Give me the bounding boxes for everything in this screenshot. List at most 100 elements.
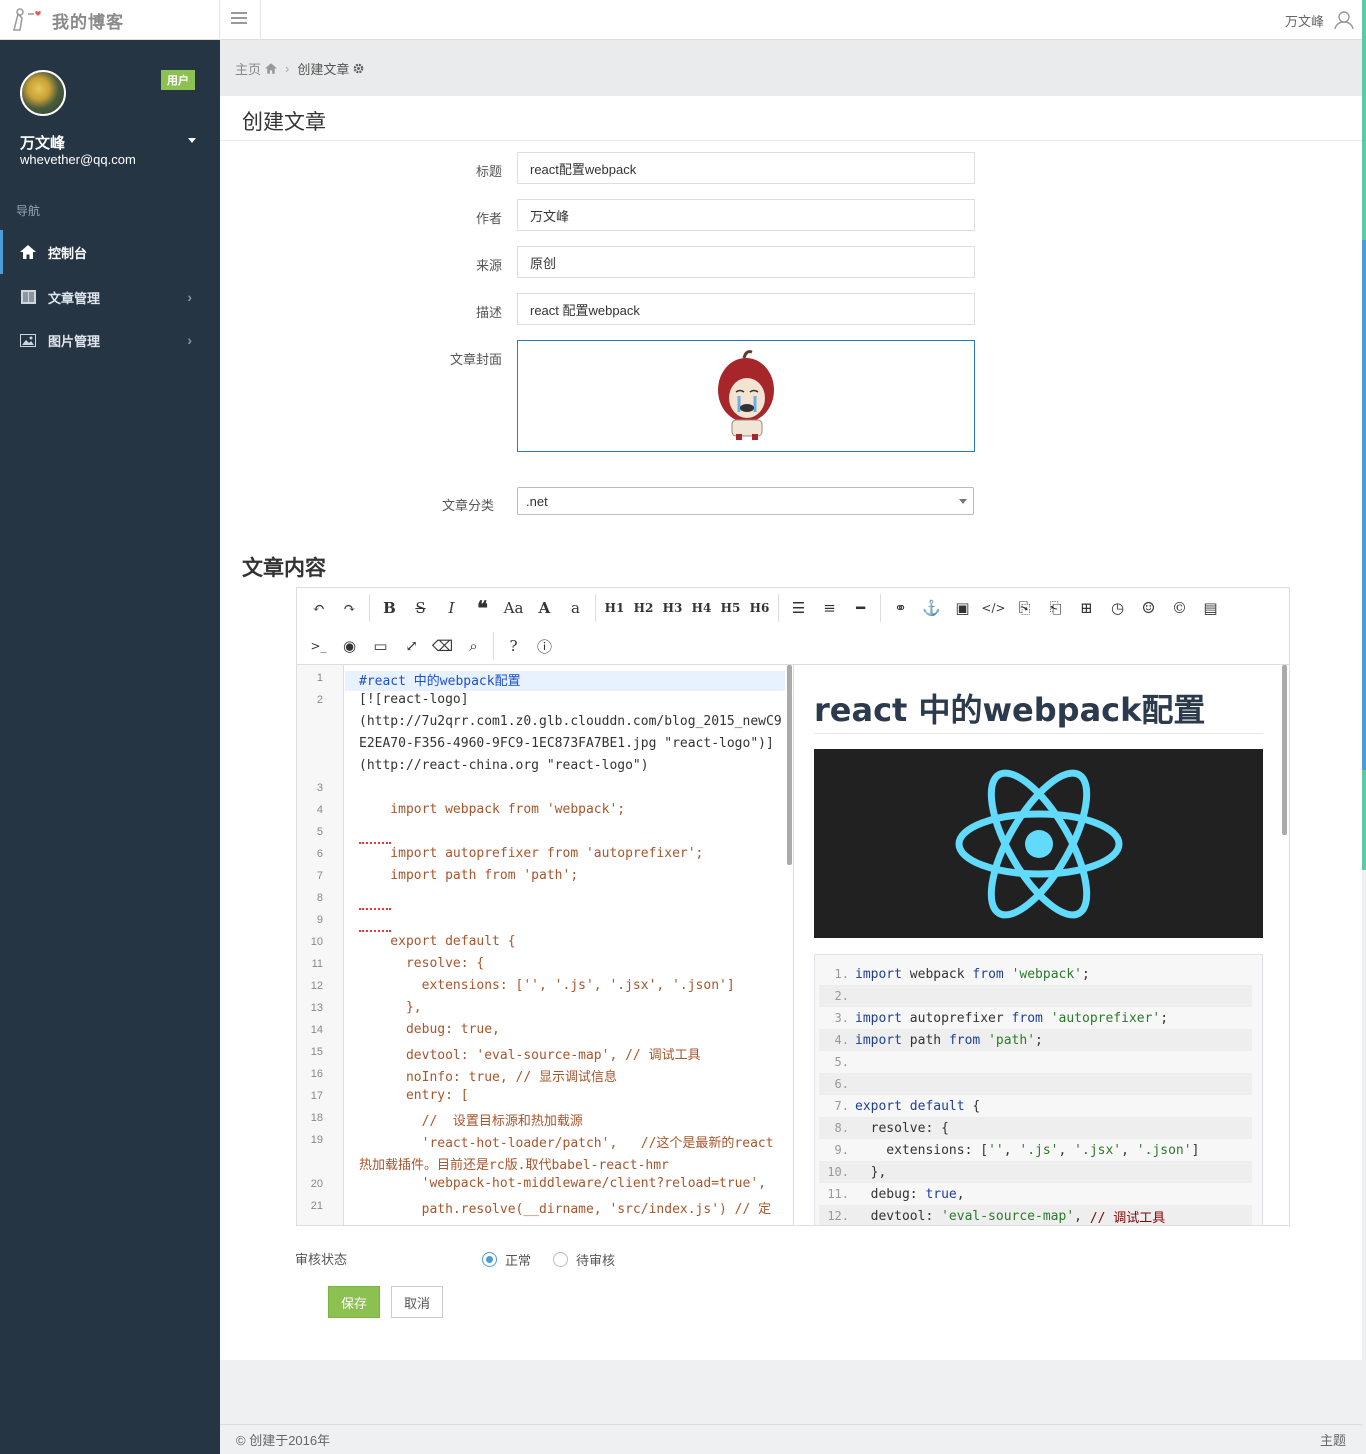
top-divider <box>260 0 261 40</box>
h5-button[interactable]: H5 <box>716 593 745 623</box>
title-input[interactable]: react配置webpack <box>517 152 975 184</box>
h3-button[interactable]: H3 <box>658 593 687 623</box>
preview-toggle-icon[interactable]: ◉ <box>334 631 365 661</box>
unordered-list-icon[interactable]: ☰ <box>783 593 814 623</box>
preview-line-number: 11. <box>827 1187 849 1201</box>
line-number: 21 <box>310 1200 323 1212</box>
code-icon[interactable]: </> <box>978 593 1009 623</box>
bold-icon[interactable]: B <box>374 593 405 623</box>
line-number: 7 <box>316 870 323 882</box>
code-token: 'eval-source-map' <box>941 1208 1075 1224</box>
capitalize-icon[interactable]: Aa <box>498 593 529 623</box>
terminal-icon[interactable]: >_ <box>303 631 334 661</box>
code-line: extensions: ['', '.js', '.jsx', '.json'] <box>359 978 735 993</box>
gear-icon <box>354 63 364 73</box>
fullscreen-icon[interactable]: ⤢ <box>396 631 427 661</box>
preview-code-line: 9. extensions: ['', '.js', '.jsx', '.jso… <box>819 1139 1252 1161</box>
line-number: 13 <box>310 1002 323 1014</box>
preview-code-line: 3. import autoprefixer from 'autoprefixer… <box>819 1007 1252 1029</box>
line-number: 11 <box>311 958 323 970</box>
preformatted-icon[interactable]: ⎗ <box>1040 593 1071 623</box>
table-icon[interactable]: ⊞ <box>1071 593 1102 623</box>
avatar[interactable] <box>20 70 66 116</box>
anchor-icon[interactable]: ⚓ <box>916 593 947 623</box>
code-line: }, <box>359 1000 422 1015</box>
author-label: 作者 <box>475 211 502 226</box>
line-number: 18 <box>310 1112 323 1124</box>
source-scrollbar[interactable] <box>787 665 792 865</box>
line-number: 9 <box>316 914 323 926</box>
markdown-source-pane[interactable]: 1 2 3 4 5 6 7 8 9 10 11 12 13 14 15 16 17 18 19 20 21 #react… <box>297 665 792 1225</box>
code-token: import <box>855 1010 902 1026</box>
code-token: from <box>1011 1010 1043 1026</box>
code-token: path <box>901 1032 949 1048</box>
quote-icon[interactable]: ❝ <box>467 593 498 623</box>
h2-button[interactable]: H2 <box>629 593 658 623</box>
emoji-icon[interactable]: ☺ <box>1133 593 1164 623</box>
top-user-menu[interactable]: 万文峰 <box>1285 10 1354 30</box>
description-input[interactable]: react 配置webpack <box>517 293 975 325</box>
code-line: resolve: { <box>359 956 485 971</box>
code-token: ; <box>1082 966 1090 982</box>
html-entities-icon[interactable]: © <box>1164 593 1195 623</box>
cover-upload-box[interactable] <box>517 340 975 452</box>
code-line: export default { <box>359 934 516 949</box>
home-icon[interactable] <box>265 62 278 74</box>
horizontal-rule-icon[interactable]: ━ <box>845 593 876 623</box>
sidebar-user-name[interactable]: 万文峰 <box>20 132 65 153</box>
sidebar-item-articles[interactable]: 文章管理 › <box>0 275 220 319</box>
save-button[interactable]: 保存 <box>328 1286 380 1318</box>
status-pending-radio[interactable]: 待审核 <box>553 1250 615 1269</box>
info-icon[interactable]: ⓘ <box>529 631 560 661</box>
search-icon[interactable]: ⌕ <box>458 631 489 661</box>
uppercase-icon[interactable]: A <box>529 593 560 623</box>
code-line: import webpack from 'webpack'; <box>359 802 626 817</box>
sidebar-item-dashboard[interactable]: 控制台 <box>0 230 220 274</box>
preview-code-line: 10. }, <box>819 1161 1252 1183</box>
undo-icon[interactable]: ↶ <box>303 593 334 623</box>
h1-button[interactable]: H1 <box>600 593 629 623</box>
logo-area[interactable]: 我的博客 <box>0 0 220 40</box>
desktop-preview-icon[interactable]: ▭ <box>365 631 396 661</box>
preview-code-line: 7. export default { <box>819 1095 1252 1117</box>
category-select[interactable]: .net <box>517 487 974 515</box>
italic-icon[interactable]: I <box>436 593 467 623</box>
sidebar-item-images[interactable]: 图片管理 › <box>0 318 220 362</box>
datetime-icon[interactable]: ◷ <box>1102 593 1133 623</box>
breadcrumb-home[interactable]: 主页 <box>235 59 261 78</box>
code-token: ] <box>1191 1142 1200 1158</box>
theme-link[interactable]: 主题 <box>1320 1430 1346 1449</box>
user-caret-icon[interactable] <box>188 138 196 143</box>
lowercase-icon[interactable]: a <box>560 593 591 623</box>
line-number: 5 <box>316 826 323 838</box>
h6-button[interactable]: H6 <box>745 593 774 623</box>
review-status-label: 审核状态 <box>295 1252 348 1267</box>
menu-toggle-icon[interactable] <box>231 12 247 26</box>
top-user-name: 万文峰 <box>1284 13 1324 29</box>
code-token: , <box>956 1186 965 1202</box>
code-line: #react 中的webpack配置 <box>359 674 521 689</box>
code-block-icon[interactable]: ⎘ <box>1009 593 1040 623</box>
ordered-list-icon[interactable]: ≡ <box>814 593 845 623</box>
preview-scrollbar[interactable] <box>1282 665 1287 835</box>
preview-line-number: 6. <box>834 1077 849 1091</box>
nav-section-label: 导航 <box>16 204 41 218</box>
line-number: 4 <box>316 804 323 816</box>
link-icon[interactable]: ⚭ <box>885 593 916 623</box>
code-token: from <box>948 1032 981 1048</box>
image-insert-icon[interactable]: ▣ <box>947 593 978 623</box>
code-token: '.jsx' <box>1074 1142 1122 1158</box>
status-normal-radio[interactable]: 正常 <box>482 1250 531 1269</box>
help-icon[interactable]: ? <box>498 631 529 661</box>
source-input[interactable]: 原创 <box>517 246 975 278</box>
pagebreak-icon[interactable]: ▤ <box>1195 593 1226 623</box>
eraser-icon[interactable]: ⌫ <box>427 631 458 661</box>
strikethrough-icon[interactable]: S <box>405 593 436 623</box>
redo-icon[interactable]: ↷ <box>334 593 365 623</box>
cover-image <box>718 350 774 440</box>
h4-button[interactable]: H4 <box>687 593 716 623</box>
cancel-button[interactable]: 取消 <box>391 1286 443 1318</box>
author-input[interactable]: 万文峰 <box>517 199 975 231</box>
